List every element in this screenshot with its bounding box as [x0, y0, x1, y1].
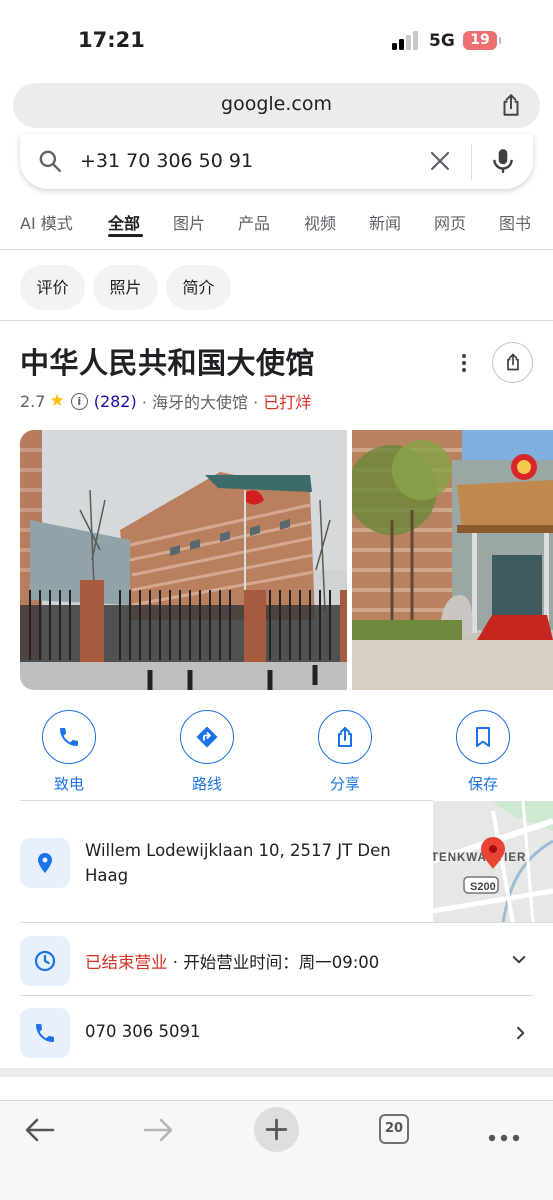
chevron-right-icon[interactable]	[512, 1024, 530, 1042]
divider	[0, 320, 553, 321]
search-tabs: AI 模式 全部 图片 产品 视频 新闻 网页 图书	[0, 198, 553, 250]
battery-icon: 19	[463, 31, 501, 50]
microphone-icon[interactable]	[490, 147, 516, 175]
share-button[interactable]	[492, 342, 533, 383]
phone-number[interactable]: 070 306 5091	[85, 1022, 200, 1041]
map-road-label: S200	[470, 881, 496, 893]
business-name: 中华人民共和国大使馆	[20, 346, 316, 380]
browser-toolbar: 20	[0, 1100, 553, 1200]
directions-label: 路线	[191, 775, 222, 793]
business-category: · 海牙的大使馆 ·	[141, 393, 259, 412]
info-icon[interactable]: i	[70, 392, 88, 410]
hours-text: · 开始营业时间：周一09:00	[172, 953, 380, 972]
location-icon-box	[20, 838, 70, 888]
url-text[interactable]: google.com	[13, 93, 540, 115]
save-button[interactable]: 保存	[438, 710, 528, 794]
share-icon	[338, 727, 352, 747]
clock-icon-box	[20, 936, 70, 986]
map-area-label: TENKWARTIER	[433, 852, 526, 864]
section-separator	[0, 1068, 553, 1077]
address-bar[interactable]: google.com	[13, 83, 540, 128]
new-tab-button[interactable]	[254, 1107, 299, 1152]
more-options-icon[interactable]	[458, 352, 470, 376]
tab-images[interactable]: 图片	[173, 210, 205, 234]
clock-icon	[34, 950, 56, 972]
divider	[20, 995, 533, 996]
directions-button[interactable]: 路线	[162, 710, 252, 794]
chip-photos[interactable]: 照片	[93, 265, 158, 310]
forward-arrow-icon[interactable]	[142, 1115, 174, 1145]
back-arrow-icon[interactable]	[24, 1115, 56, 1145]
address-text[interactable]: Willem Lodewijklaan 10, 2517 JT Den Haag	[85, 838, 410, 888]
rating-value: 2.7	[20, 391, 46, 411]
tab-switcher-button[interactable]: 20	[379, 1114, 409, 1144]
share-label: 分享	[329, 775, 360, 793]
call-label: 致电	[53, 775, 84, 793]
rating-row: 2.7 ★ i (282) · 海牙的大使馆 · 已打烊	[20, 389, 311, 413]
bookmark-icon	[476, 727, 490, 747]
share-icon	[507, 353, 519, 371]
tab-books[interactable]: 图书	[499, 210, 531, 234]
search-icon	[39, 150, 61, 172]
hours-row[interactable]: 已结束营业 · 开始营业时间：周一09:00	[85, 949, 379, 973]
hours-status: 已结束营业	[85, 953, 168, 972]
search-box[interactable]: +31 70 306 50 91	[20, 134, 533, 189]
signal-icon	[392, 30, 420, 50]
open-status: 已打烊	[263, 393, 312, 412]
share-icon[interactable]	[498, 92, 524, 118]
tab-ai-mode[interactable]: AI 模式	[20, 210, 73, 234]
chip-overview[interactable]: 简介	[166, 265, 231, 310]
divider	[20, 800, 433, 801]
close-icon[interactable]	[428, 149, 452, 173]
tab-news[interactable]: 新闻	[369, 210, 401, 234]
save-label: 保存	[467, 775, 498, 793]
call-button[interactable]: 致电	[24, 710, 114, 794]
share-action-button[interactable]: 分享	[300, 710, 390, 794]
tab-products[interactable]: 产品	[238, 210, 270, 234]
more-menu-icon[interactable]	[488, 1127, 520, 1142]
status-time: 17:21	[78, 28, 145, 52]
status-bar: 17:21 5G 19	[0, 0, 553, 78]
chevron-down-icon[interactable]	[510, 951, 528, 969]
phone-icon-box	[20, 1008, 70, 1058]
divider	[20, 922, 553, 923]
search-divider	[471, 144, 472, 180]
network-label: 5G	[429, 31, 455, 51]
star-icon: ★	[49, 391, 65, 411]
reviews-link[interactable]: (282)	[94, 392, 137, 411]
active-tab-indicator	[108, 234, 143, 237]
location-pin-icon	[38, 853, 52, 873]
phone-icon	[36, 1024, 54, 1042]
phone-icon	[60, 728, 78, 746]
tab-all[interactable]: 全部	[108, 210, 140, 234]
business-photo-2[interactable]	[352, 430, 553, 690]
tab-videos[interactable]: 视频	[304, 210, 336, 234]
chip-reviews[interactable]: 评价	[20, 265, 85, 310]
tab-web[interactable]: 网页	[434, 210, 466, 234]
map-thumbnail[interactable]: TENKWARTIER S200	[433, 801, 553, 923]
plus-icon	[265, 1118, 288, 1141]
search-input[interactable]: +31 70 306 50 91	[80, 150, 253, 172]
business-photo-1[interactable]	[20, 430, 347, 690]
directions-icon	[196, 726, 218, 748]
